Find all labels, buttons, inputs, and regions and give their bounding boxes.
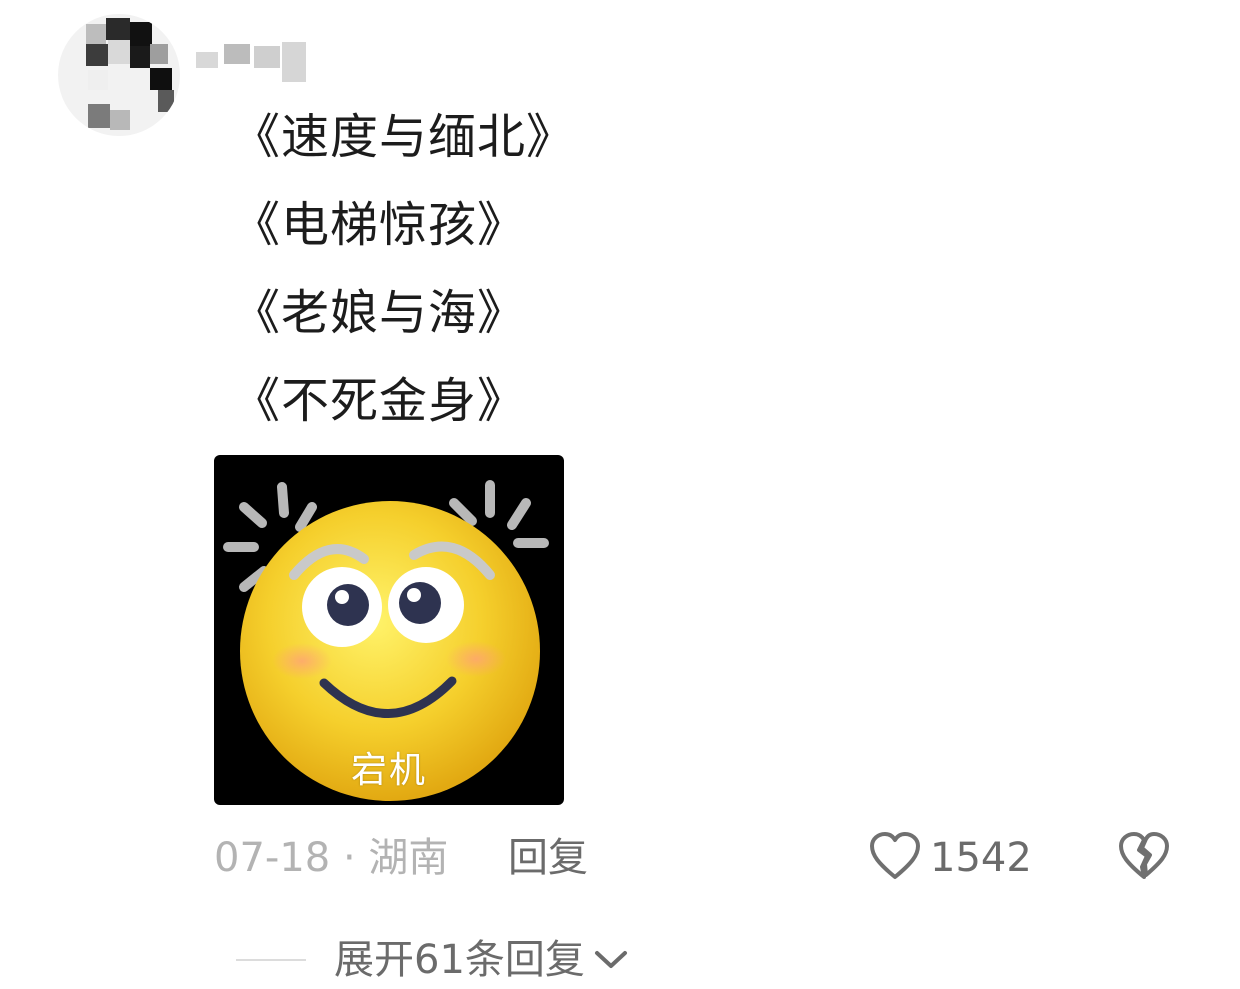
expand-replies-button[interactable]: 展开61条回复 xyxy=(236,932,629,988)
comment-line: 《速度与缅北》 xyxy=(232,109,576,165)
sticker-image[interactable]: 宕机 xyxy=(214,455,564,805)
date-location: 07-18 · 湖南 xyxy=(214,835,449,881)
expand-replies-label: 展开61条回复 xyxy=(334,937,585,983)
broken-heart-icon xyxy=(1117,831,1171,885)
sticker-caption: 宕机 xyxy=(350,750,427,791)
like-count: 1542 xyxy=(930,835,1032,881)
comment-text: 《速度与缅北》 《电梯惊孩》 《老娘与海》 《不死金身》 xyxy=(232,102,932,454)
divider xyxy=(236,959,306,961)
heart-outline-icon xyxy=(868,831,922,885)
chevron-down-icon xyxy=(593,948,629,972)
comment-meta-row: 07-18 · 湖南 回复 1542 xyxy=(214,830,1214,886)
dislike-button[interactable] xyxy=(1114,830,1174,886)
like-button[interactable]: 1542 xyxy=(868,830,1032,886)
reply-button[interactable]: 回复 xyxy=(508,830,588,886)
avatar[interactable] xyxy=(58,14,180,136)
comment-line: 《电梯惊孩》 xyxy=(232,197,527,253)
username[interactable] xyxy=(196,40,308,82)
comment-line: 《不死金身》 xyxy=(232,373,527,429)
comment-line: 《老娘与海》 xyxy=(232,285,527,341)
